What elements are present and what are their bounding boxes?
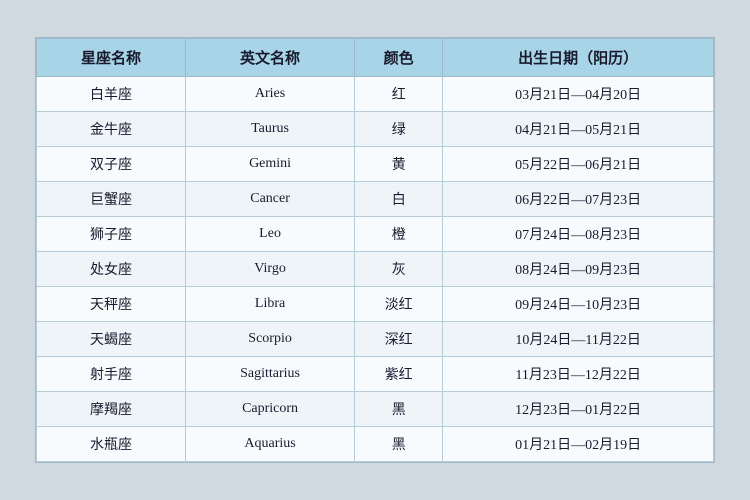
cell-date: 07月24日—08月23日 xyxy=(443,217,714,252)
table-row: 摩羯座Capricorn黑12月23日—01月22日 xyxy=(37,392,714,427)
table-row: 巨蟹座Cancer白06月22日—07月23日 xyxy=(37,182,714,217)
cell-en-name: Aquarius xyxy=(185,427,354,462)
cell-zh-name: 双子座 xyxy=(37,147,186,182)
zodiac-table-container: 星座名称 英文名称 颜色 出生日期（阳历） 白羊座Aries红03月21日—04… xyxy=(35,37,715,463)
cell-zh-name: 白羊座 xyxy=(37,77,186,112)
header-zh-name: 星座名称 xyxy=(37,39,186,77)
cell-en-name: Scorpio xyxy=(185,322,354,357)
cell-date: 05月22日—06月21日 xyxy=(443,147,714,182)
cell-color: 黑 xyxy=(355,427,443,462)
cell-date: 12月23日—01月22日 xyxy=(443,392,714,427)
cell-date: 06月22日—07月23日 xyxy=(443,182,714,217)
cell-color: 黑 xyxy=(355,392,443,427)
cell-zh-name: 天秤座 xyxy=(37,287,186,322)
cell-color: 黄 xyxy=(355,147,443,182)
table-row: 射手座Sagittarius紫红11月23日—12月22日 xyxy=(37,357,714,392)
cell-color: 绿 xyxy=(355,112,443,147)
cell-zh-name: 巨蟹座 xyxy=(37,182,186,217)
cell-zh-name: 处女座 xyxy=(37,252,186,287)
cell-color: 红 xyxy=(355,77,443,112)
cell-color: 淡红 xyxy=(355,287,443,322)
cell-zh-name: 水瓶座 xyxy=(37,427,186,462)
cell-en-name: Leo xyxy=(185,217,354,252)
cell-zh-name: 摩羯座 xyxy=(37,392,186,427)
cell-zh-name: 射手座 xyxy=(37,357,186,392)
cell-date: 10月24日—11月22日 xyxy=(443,322,714,357)
table-header-row: 星座名称 英文名称 颜色 出生日期（阳历） xyxy=(37,39,714,77)
table-row: 白羊座Aries红03月21日—04月20日 xyxy=(37,77,714,112)
table-row: 狮子座Leo橙07月24日—08月23日 xyxy=(37,217,714,252)
table-row: 金牛座Taurus绿04月21日—05月21日 xyxy=(37,112,714,147)
table-row: 天蝎座Scorpio深红10月24日—11月22日 xyxy=(37,322,714,357)
cell-en-name: Gemini xyxy=(185,147,354,182)
cell-zh-name: 金牛座 xyxy=(37,112,186,147)
table-row: 处女座Virgo灰08月24日—09月23日 xyxy=(37,252,714,287)
cell-date: 11月23日—12月22日 xyxy=(443,357,714,392)
table-row: 天秤座Libra淡红09月24日—10月23日 xyxy=(37,287,714,322)
cell-color: 深红 xyxy=(355,322,443,357)
table-body: 白羊座Aries红03月21日—04月20日金牛座Taurus绿04月21日—0… xyxy=(37,77,714,462)
cell-color: 灰 xyxy=(355,252,443,287)
cell-en-name: Capricorn xyxy=(185,392,354,427)
cell-en-name: Sagittarius xyxy=(185,357,354,392)
cell-en-name: Aries xyxy=(185,77,354,112)
cell-date: 01月21日—02月19日 xyxy=(443,427,714,462)
cell-date: 08月24日—09月23日 xyxy=(443,252,714,287)
cell-en-name: Libra xyxy=(185,287,354,322)
cell-date: 04月21日—05月21日 xyxy=(443,112,714,147)
table-row: 双子座Gemini黄05月22日—06月21日 xyxy=(37,147,714,182)
header-date: 出生日期（阳历） xyxy=(443,39,714,77)
cell-zh-name: 天蝎座 xyxy=(37,322,186,357)
header-color: 颜色 xyxy=(355,39,443,77)
cell-en-name: Virgo xyxy=(185,252,354,287)
cell-color: 橙 xyxy=(355,217,443,252)
cell-en-name: Taurus xyxy=(185,112,354,147)
zodiac-table: 星座名称 英文名称 颜色 出生日期（阳历） 白羊座Aries红03月21日—04… xyxy=(36,38,714,462)
table-row: 水瓶座Aquarius黑01月21日—02月19日 xyxy=(37,427,714,462)
header-en-name: 英文名称 xyxy=(185,39,354,77)
cell-date: 03月21日—04月20日 xyxy=(443,77,714,112)
cell-date: 09月24日—10月23日 xyxy=(443,287,714,322)
cell-color: 紫红 xyxy=(355,357,443,392)
cell-color: 白 xyxy=(355,182,443,217)
cell-en-name: Cancer xyxy=(185,182,354,217)
cell-zh-name: 狮子座 xyxy=(37,217,186,252)
